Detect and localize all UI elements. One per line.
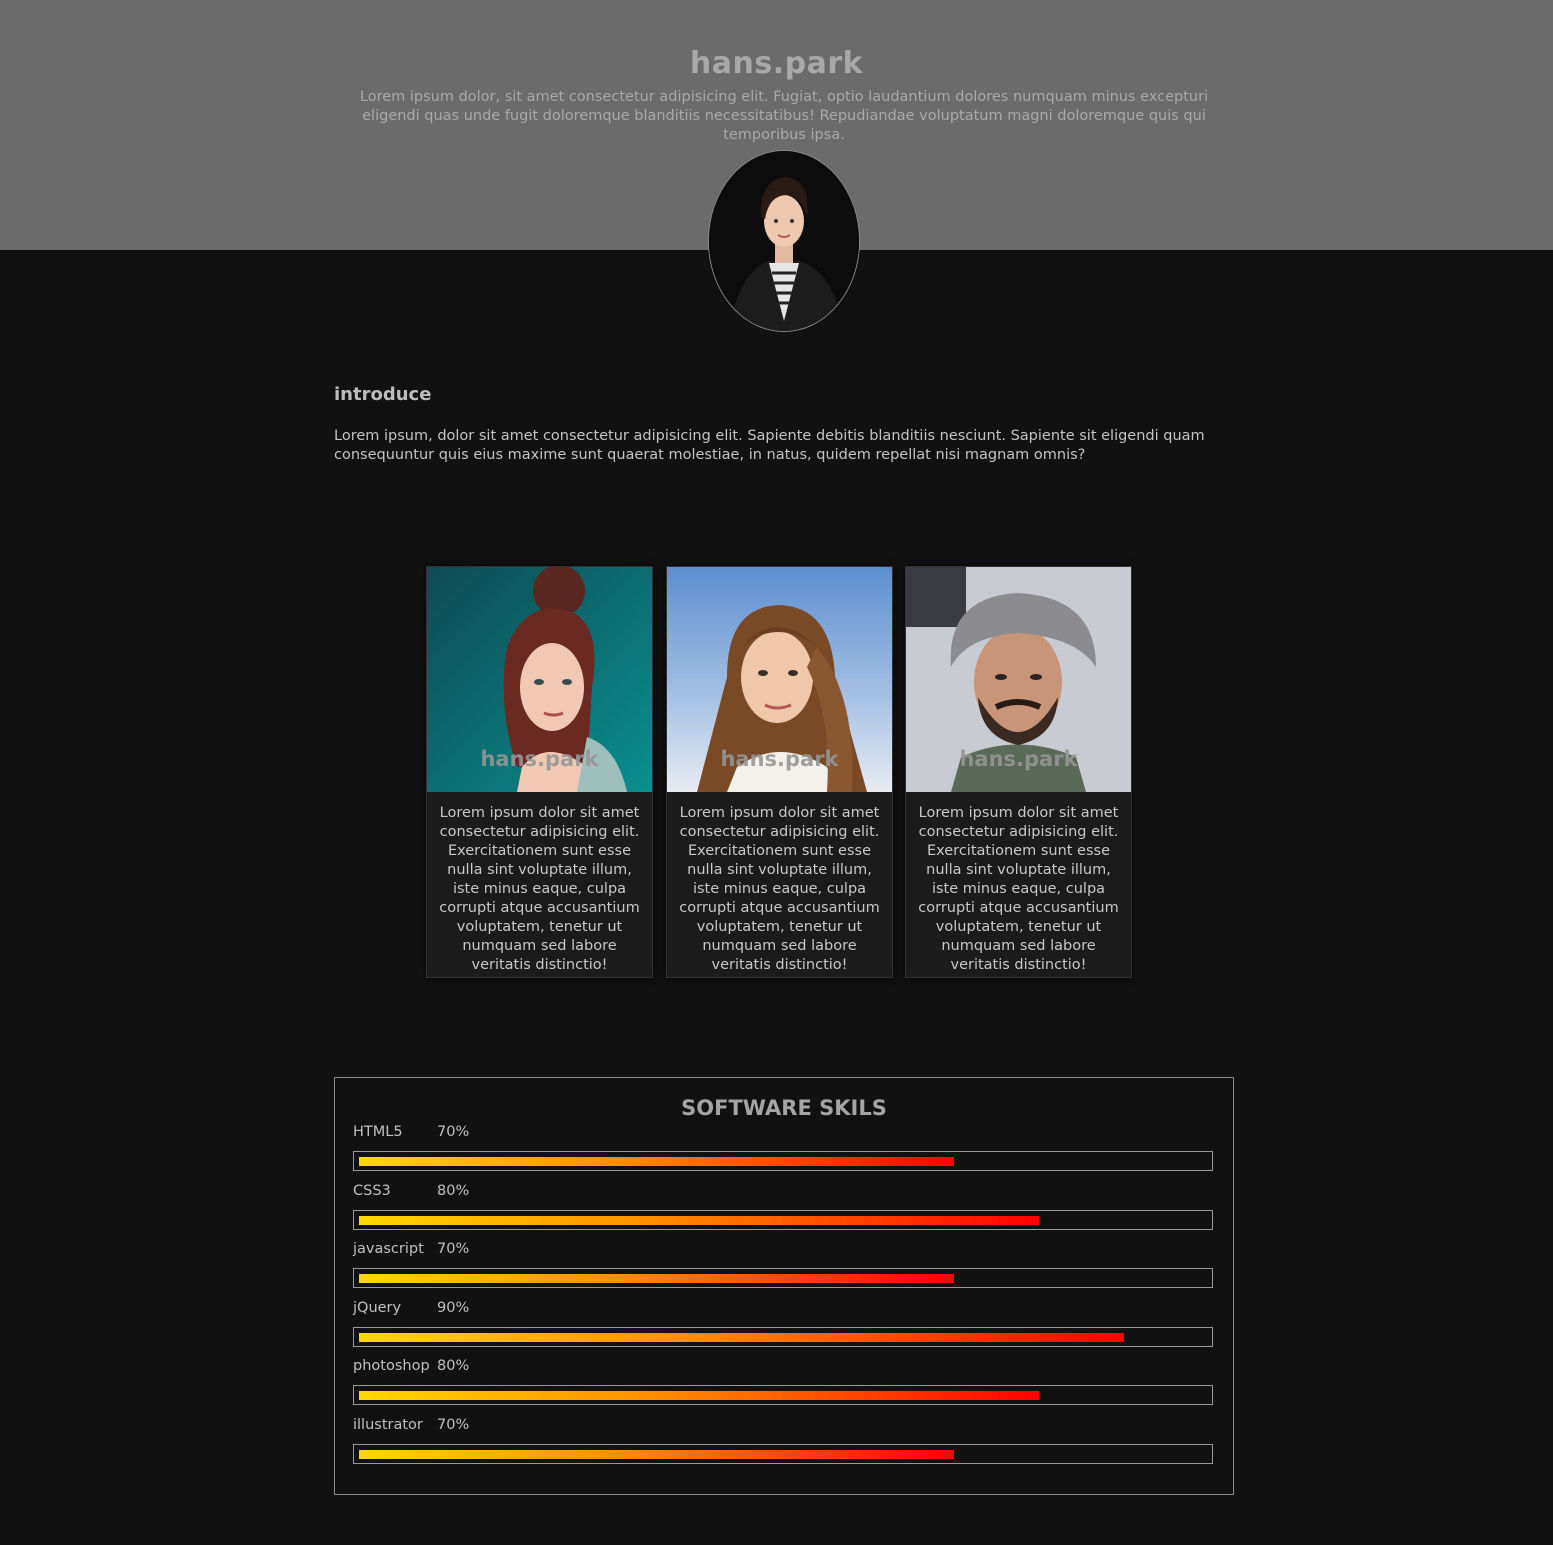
intro-text: Lorem ipsum, dolor sit amet consectetur … bbox=[334, 428, 1205, 463]
skill-percent: 70% bbox=[437, 1124, 470, 1140]
skill-name: CSS3 bbox=[353, 1182, 391, 1199]
software-skills-panel: SOFTWARE SKILS HTML5 70% CSS3 80% javascript… bbox=[334, 1077, 1234, 1495]
skill-progress-track bbox=[353, 1151, 1213, 1171]
card-text: Lorem ipsum dolor sit amet consectetur a… bbox=[439, 805, 640, 973]
page-title: hans.park bbox=[689, 46, 864, 81]
skill-progress-fill bbox=[359, 1391, 1039, 1401]
skill-percent: 80% bbox=[437, 1182, 470, 1199]
skill-percent: 90% bbox=[437, 1299, 470, 1316]
avatar-photo bbox=[709, 151, 859, 331]
profile-card: hans.park Lorem ipsum dolor sit amet con… bbox=[426, 566, 653, 978]
card-text: Lorem ipsum dolor sit amet consectetur a… bbox=[918, 805, 1119, 973]
intro-heading: introduce bbox=[334, 384, 432, 405]
skill-name: HTML5 bbox=[353, 1124, 403, 1140]
skills-title: SOFTWARE SKILS bbox=[681, 1096, 887, 1120]
skill-percent: 70% bbox=[437, 1417, 470, 1433]
avatar bbox=[708, 150, 860, 332]
card-name: hans.park bbox=[959, 747, 1078, 771]
skill-progress-fill bbox=[359, 1215, 1039, 1225]
card-name: hans.park bbox=[480, 747, 599, 771]
hero-description: Lorem ipsum dolor, sit amet consectetur … bbox=[359, 89, 1209, 143]
card-text: Lorem ipsum dolor sit amet consectetur a… bbox=[679, 805, 880, 973]
skill-progress-track bbox=[353, 1209, 1213, 1230]
skill-progress-track bbox=[353, 1385, 1213, 1406]
skill-percent: 70% bbox=[437, 1241, 470, 1258]
skill-name: photoshop bbox=[353, 1358, 430, 1375]
skill-progress-track bbox=[353, 1268, 1213, 1289]
skill-percent: 80% bbox=[437, 1358, 470, 1375]
skill-progress-fill bbox=[359, 1332, 1124, 1342]
skill-progress-track bbox=[353, 1444, 1213, 1464]
profile-card: hans.park Lorem ipsum dolor sit amet con… bbox=[666, 566, 893, 978]
card-name: hans.park bbox=[720, 747, 839, 771]
skill-progress-fill bbox=[359, 1157, 954, 1166]
skill-name: illustrator bbox=[353, 1417, 423, 1433]
skill-name: jQuery bbox=[353, 1299, 402, 1316]
skill-progress-fill bbox=[359, 1450, 954, 1459]
skill-name: javascript bbox=[353, 1241, 424, 1258]
skill-progress-fill bbox=[359, 1274, 954, 1284]
profile-card: hans.park Lorem ipsum dolor sit amet con… bbox=[905, 566, 1132, 978]
skill-progress-track bbox=[353, 1326, 1213, 1347]
